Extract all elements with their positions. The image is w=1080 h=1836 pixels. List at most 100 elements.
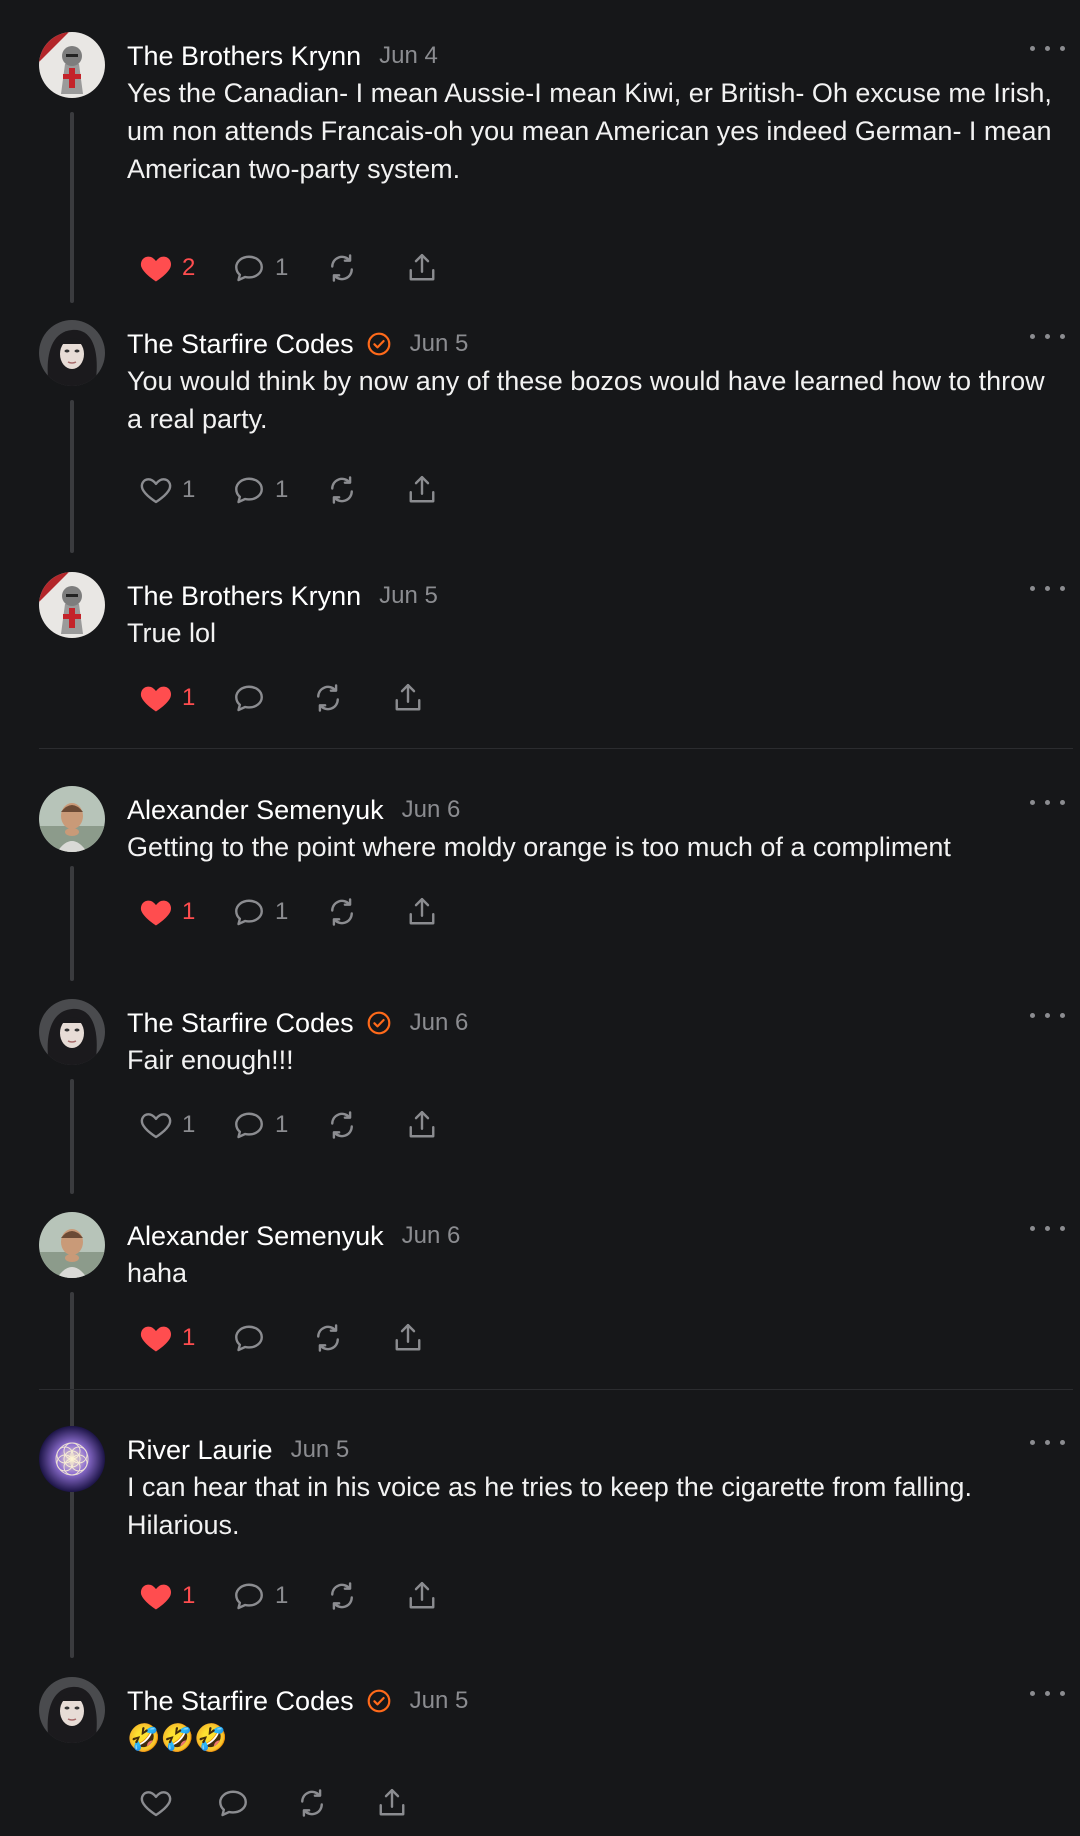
author-name[interactable]: Alexander Semenyuk [127,795,384,826]
share-icon [409,253,435,281]
woman-portrait-avatar[interactable] [39,999,105,1065]
reply-button[interactable]: 1 [231,1105,288,1145]
like-button[interactable]: 2 [138,248,195,288]
comment-date: Jun 6 [401,1222,461,1249]
comment-header: The Starfire Codes Jun 5 [127,1681,468,1721]
reply-button[interactable] [215,1783,251,1823]
comment-date: Jun 5 [409,1687,469,1714]
share-button[interactable] [390,1318,426,1358]
thread-line [70,1079,74,1194]
more-options-icon[interactable] [1030,1009,1066,1023]
more-options-icon[interactable] [1030,1222,1066,1236]
repost-icon [301,1789,323,1817]
comment-header: The Starfire Codes Jun 6 [127,1003,468,1043]
author-name[interactable]: River Laurie [127,1435,273,1466]
share-button[interactable] [404,1105,440,1145]
share-button[interactable] [374,1783,410,1823]
comment-header: River Laurie Jun 5 [127,1430,349,1470]
like-button[interactable] [138,1783,174,1823]
share-button[interactable] [404,248,440,288]
woman-portrait-avatar[interactable] [39,1677,105,1743]
flower-of-life-avatar[interactable] [39,1426,105,1492]
thread-line [70,112,74,303]
comment-text: Getting to the point where moldy orange … [127,832,951,862]
knight-avatar[interactable] [39,32,105,98]
author-name[interactable]: The Starfire Codes [127,329,354,360]
heart-filled-icon [140,1584,172,1610]
share-icon [379,1788,405,1816]
share-button[interactable] [404,470,440,510]
author-name[interactable]: The Starfire Codes [127,1686,354,1717]
like-count: 1 [182,1582,196,1609]
reply-count: 1 [275,1582,289,1609]
comment-text: You would think by now any of these bozo… [127,366,1045,434]
repost-icon [317,684,339,712]
repost-button[interactable] [324,470,360,510]
knight-avatar[interactable] [39,572,105,638]
like-button[interactable]: 1 [138,678,195,718]
like-button[interactable]: 1 [138,1576,195,1616]
thread-divider [39,1389,1073,1390]
like-button[interactable]: 1 [138,1318,195,1358]
reply-count: 1 [275,1111,289,1138]
repost-button[interactable] [324,1105,360,1145]
like-button[interactable]: 1 [138,892,195,932]
reply-button[interactable]: 1 [231,470,288,510]
repost-button[interactable] [310,678,346,718]
comment-bubble-icon [235,255,263,282]
comment-bubble-icon [235,1325,263,1352]
more-options-icon[interactable] [1030,1436,1066,1450]
share-button[interactable] [390,678,426,718]
reply-button[interactable] [231,678,267,718]
repost-icon [317,1324,339,1352]
share-icon [409,1581,435,1609]
heart-filled-icon [140,1326,172,1352]
heart-icon [140,1791,172,1817]
author-name[interactable]: The Brothers Krynn [127,581,361,612]
repost-button[interactable] [310,1318,346,1358]
repost-button[interactable] [324,248,360,288]
like-count: 1 [182,1324,196,1351]
reply-button[interactable]: 1 [231,892,288,932]
comment-bubble-icon [235,899,263,926]
more-options-icon[interactable] [1030,796,1066,810]
verified-badge-icon [366,1688,392,1714]
more-options-icon[interactable] [1030,582,1066,596]
comment-text: haha [127,1258,188,1288]
like-count: 1 [182,898,196,925]
more-options-icon[interactable] [1030,330,1066,344]
heart-icon [140,478,172,504]
like-count: 2 [182,254,196,281]
more-options-icon[interactable] [1030,42,1066,56]
author-name[interactable]: Alexander Semenyuk [127,1221,384,1252]
reply-button[interactable] [231,1318,267,1358]
reply-button[interactable]: 1 [231,1576,288,1616]
like-count: 1 [182,1111,196,1138]
like-button[interactable]: 1 [138,470,195,510]
comment-bubble-icon [235,1112,263,1139]
share-button[interactable] [404,1576,440,1616]
more-options-icon[interactable] [1030,1687,1066,1701]
repost-button[interactable] [294,1783,330,1823]
share-icon [395,1323,421,1351]
comment-bubble-icon [235,1583,263,1610]
repost-icon [331,1111,353,1139]
repost-icon [331,254,353,282]
repost-button[interactable] [324,1576,360,1616]
reply-count: 1 [275,898,289,925]
repost-icon [331,1582,353,1610]
man-portrait-avatar[interactable] [39,786,105,852]
repost-button[interactable] [324,892,360,932]
share-icon [409,897,435,925]
reply-button[interactable]: 1 [231,248,288,288]
heart-icon [140,1113,172,1139]
like-button[interactable]: 1 [138,1105,195,1145]
heart-filled-icon [140,686,172,712]
like-count: 1 [182,476,196,503]
thread-line [70,1506,74,1658]
man-portrait-avatar[interactable] [39,1212,105,1278]
author-name[interactable]: The Starfire Codes [127,1008,354,1039]
woman-portrait-avatar[interactable] [39,320,105,386]
share-button[interactable] [404,892,440,932]
author-name[interactable]: The Brothers Krynn [127,41,361,72]
